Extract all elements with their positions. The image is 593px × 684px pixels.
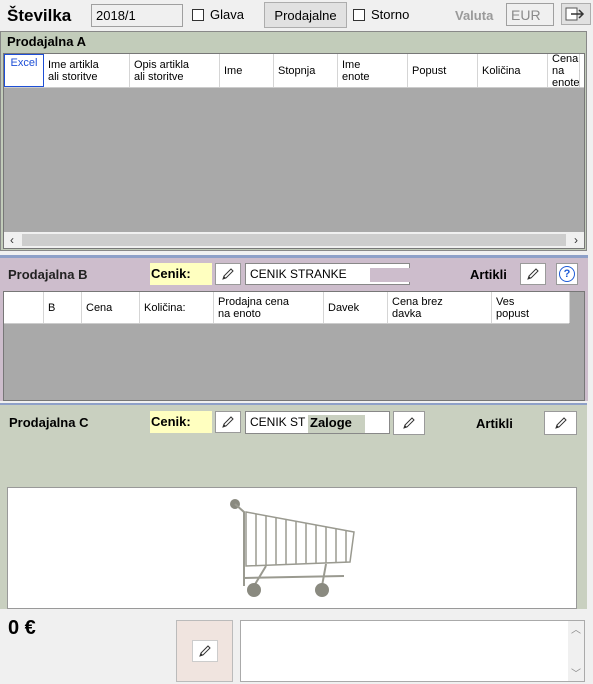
section-c-panel: Prodajalna C Cenik: CENIK ST Zaloge Arti… (0, 403, 587, 609)
section-b-grid-header: B Cena Količina: Prodajna cena na enoto Dave… (4, 292, 570, 324)
section-b-cenik-value: CENIK STRANKE (250, 267, 347, 281)
section-b-column-header: Ves popust (492, 292, 570, 323)
section-a-column-header: Ime artikla ali storitve (44, 54, 130, 87)
excel-button[interactable]: Excel (4, 54, 44, 87)
scroll-down-icon[interactable]: ﹀ (568, 665, 584, 681)
pencil-icon (222, 268, 234, 280)
section-a-column-header: Količina (478, 54, 548, 87)
section-a-grid-header: Excel Ime artikla ali storitve Opis artikl… (4, 54, 584, 89)
section-c-title: Prodajalna C (9, 415, 89, 430)
cart-panel (7, 487, 577, 609)
section-a-column-header: Ime (220, 54, 274, 87)
section-b-column-header: Prodajna cena na enoto (214, 292, 324, 323)
storno-label: Storno (371, 7, 410, 22)
footer-pencil-frame (191, 640, 218, 662)
section-b-column-header: Davek (324, 292, 388, 323)
section-c-artikli-label: Artikli (476, 416, 513, 431)
notes-scrollbar[interactable]: ︿ ﹀ (568, 621, 584, 681)
pencil-icon (527, 268, 539, 280)
glava-label: Glava (210, 7, 244, 22)
section-a-grid[interactable]: Excel Ime artikla ali storitve Opis artikl… (3, 53, 585, 249)
section-b-artikli-edit-button[interactable] (520, 263, 546, 285)
scroll-thumb[interactable] (22, 234, 566, 246)
pencil-icon (198, 645, 211, 657)
scroll-up-icon[interactable]: ︿ (568, 621, 584, 637)
pencil-icon (554, 417, 567, 429)
section-b-grid[interactable]: B Cena Količina: Prodajna cena na enoto Dave… (3, 291, 585, 401)
section-c-cenik-value: CENIK ST (250, 415, 306, 429)
pencil-icon (222, 416, 234, 428)
section-c-artikli-edit-button[interactable] (544, 411, 577, 435)
zaloge-label: Zaloge (308, 415, 365, 433)
section-b-panel: Prodajalna B Cenik: CENIK STRANKE Artikl… (0, 255, 588, 401)
section-a-column-header: Stopnja (274, 54, 338, 87)
notes-textarea[interactable]: ︿ ﹀ (240, 620, 585, 682)
stevilka-field[interactable]: 2018/1 (91, 4, 183, 27)
section-b-column-header: Cena (82, 292, 140, 323)
pencil-icon (403, 417, 415, 429)
prodajalne-button[interactable]: Prodajalne (264, 2, 347, 28)
section-c-cenik-edit-button[interactable] (215, 411, 241, 433)
section-b-column-header: Količina: (140, 292, 214, 323)
section-b-title: Prodajalna B (8, 267, 88, 282)
section-b-cenik-highlight (370, 268, 410, 282)
scroll-left-icon[interactable]: ‹ (4, 232, 20, 248)
exit-button[interactable] (561, 3, 591, 25)
section-b-column-header (4, 292, 44, 323)
scroll-right-icon[interactable]: › (568, 232, 584, 248)
stevilka-label: Številka (7, 6, 72, 25)
section-a-hscrollbar[interactable]: ‹ › (4, 232, 584, 248)
section-c-cenik-label: Cenik: (150, 411, 212, 433)
zaloge-edit-button[interactable] (393, 411, 425, 435)
valuta-field[interactable]: EUR (506, 3, 554, 26)
section-a-column-header: Opis artikla ali storitve (130, 54, 220, 87)
section-b-cenik-edit-button[interactable] (215, 263, 241, 285)
help-icon[interactable]: ? (556, 263, 578, 285)
help-icon-glyph: ? (559, 266, 575, 282)
section-a-panel: Prodajalna A Excel Ime artikla ali storit… (0, 31, 587, 251)
footer-edit-button[interactable] (176, 620, 233, 682)
section-a-column-header: Popust (408, 54, 478, 87)
section-b-column-header: B (44, 292, 82, 323)
section-b-column-header: Cena brez davka (388, 292, 492, 323)
section-b-cenik-field[interactable]: CENIK STRANKE (245, 263, 410, 285)
section-a-column-header: Ime enote (338, 54, 408, 87)
section-b-artikli-label: Artikli (470, 267, 507, 282)
section-a-column-header: Cena na enote (548, 54, 580, 89)
total-amount: 0 € (8, 617, 36, 639)
glava-checkbox[interactable] (192, 9, 204, 21)
shopping-cart-icon (226, 490, 356, 608)
valuta-label: Valuta (455, 8, 494, 23)
section-a-title: Prodajalna A (7, 34, 86, 49)
exit-arrow-icon (565, 7, 585, 21)
section-b-cenik-label: Cenik: (150, 263, 212, 285)
storno-checkbox[interactable] (353, 9, 365, 21)
